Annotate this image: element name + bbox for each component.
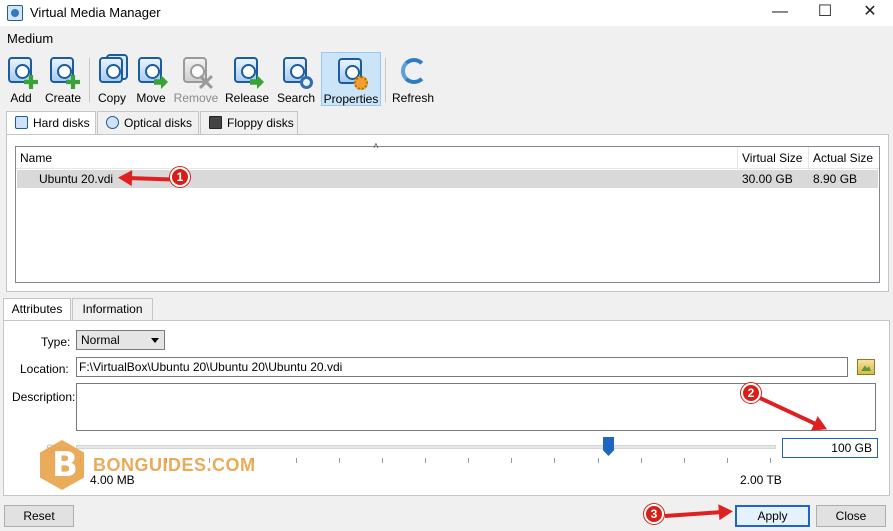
annotation-arrow-3 — [664, 510, 722, 518]
type-label: Type: — [41, 335, 71, 349]
optical-disk-icon — [106, 116, 119, 129]
close-button[interactable]: Close — [816, 505, 886, 527]
row-virtual-size: 30.00 GB — [742, 172, 793, 186]
tab-hard-disks[interactable]: Hard disks — [6, 111, 96, 135]
copy-disk-icon — [98, 54, 128, 86]
row-actual-size: 8.90 GB — [813, 172, 858, 186]
move-disk-icon — [137, 56, 168, 89]
size-slider-track[interactable] — [76, 445, 776, 449]
slider-tick — [726, 458, 728, 463]
slider-tick — [683, 458, 685, 463]
refresh-button[interactable]: Refresh — [390, 52, 436, 106]
slider-tick — [381, 458, 383, 463]
description-label: Description: — [12, 390, 76, 404]
row-name: Ubuntu 20.vdi — [39, 172, 114, 186]
disk-list[interactable]: ˄ Name Virtual Size Actual Size Ubuntu 2… — [15, 141, 880, 283]
move-button[interactable]: Move — [134, 52, 168, 106]
remove-button[interactable]: Remove — [173, 52, 219, 106]
list-header: ˄ Name Virtual Size Actual Size — [16, 141, 879, 169]
tab-optical-disks[interactable]: Optical disks — [97, 111, 199, 134]
slider-tick — [338, 458, 340, 463]
refresh-icon — [399, 56, 427, 86]
slider-tick — [597, 458, 599, 463]
create-button[interactable]: Create — [42, 52, 84, 106]
slider-tick — [554, 458, 556, 463]
floppy-disk-icon — [209, 116, 222, 129]
tab-attributes[interactable]: Attributes — [3, 298, 71, 321]
toolbar: Add Create Copy Move Remove Release Sear… — [0, 50, 893, 108]
hard-disk-icon — [15, 116, 28, 129]
remove-disk-icon — [182, 56, 213, 89]
properties-button[interactable]: Properties — [321, 52, 381, 106]
location-field[interactable]: F:\VirtualBox\Ubuntu 20\Ubuntu 20\Ubuntu… — [76, 357, 848, 377]
copy-button[interactable]: Copy — [94, 52, 130, 106]
chevron-down-icon — [151, 338, 159, 343]
menu-medium[interactable]: Medium — [7, 31, 53, 46]
column-name[interactable]: Name — [16, 147, 738, 169]
reset-button[interactable]: Reset — [4, 505, 74, 527]
search-button[interactable]: Search — [275, 52, 317, 106]
close-window-button[interactable]: ✕ — [847, 0, 893, 26]
type-select[interactable]: Normal — [76, 330, 165, 350]
title-bar: Virtual Media Manager — ☐ ✕ — [0, 0, 893, 26]
apply-button[interactable]: Apply — [735, 505, 810, 527]
annotation-step-3: 3 — [644, 504, 664, 524]
add-button[interactable]: Add — [4, 52, 38, 106]
virtualbox-app-icon — [7, 5, 23, 21]
column-actual-size[interactable]: Actual Size — [809, 147, 879, 169]
annotation-step-2: 2 — [741, 383, 761, 403]
slider-tick — [511, 458, 513, 463]
toolbar-separator — [89, 58, 90, 102]
properties-disk-icon — [337, 57, 368, 90]
watermark-letter: B — [52, 445, 78, 485]
slider-tick — [425, 458, 426, 463]
release-button[interactable]: Release — [224, 52, 270, 106]
add-disk-icon — [7, 56, 38, 89]
slider-tick — [468, 458, 470, 463]
folder-browse-icon[interactable] — [857, 359, 875, 375]
location-label: Location: — [20, 362, 69, 376]
slider-tick — [295, 458, 297, 463]
slider-tick — [770, 458, 771, 463]
tab-information[interactable]: Information — [72, 298, 153, 320]
minimize-button[interactable]: — — [757, 0, 803, 26]
release-disk-icon — [233, 56, 264, 89]
maximize-button[interactable]: ☐ — [802, 0, 848, 26]
window-title: Virtual Media Manager — [30, 5, 161, 20]
hard-disks-pane: ˄ Name Virtual Size Actual Size Ubuntu 2… — [6, 134, 889, 292]
toolbar-separator — [385, 58, 386, 102]
search-disk-icon — [282, 56, 313, 89]
annotation-step-1: 1 — [170, 167, 190, 187]
slider-tick — [640, 458, 642, 463]
watermark-text: BONGUIDES.COM — [93, 455, 256, 475]
tab-floppy-disks[interactable]: Floppy disks — [200, 111, 298, 134]
create-disk-icon — [49, 56, 80, 89]
slider-max-label: 2.00 TB — [740, 473, 782, 487]
column-virtual-size[interactable]: Virtual Size — [738, 147, 809, 169]
size-input[interactable]: 100 GB — [782, 438, 878, 458]
